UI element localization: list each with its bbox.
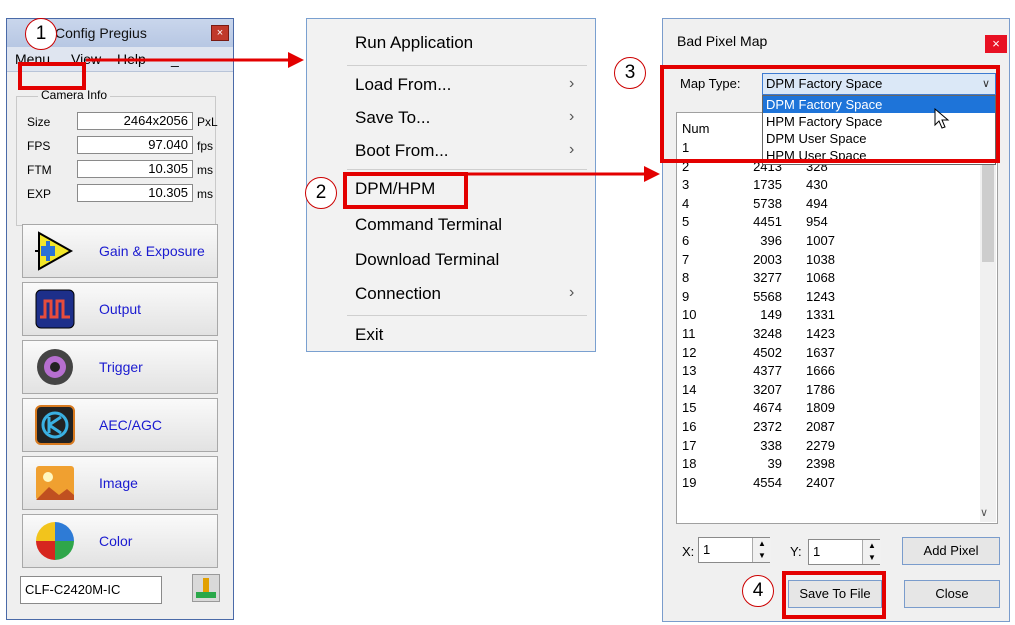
step-4-badge: 4	[742, 575, 774, 607]
annotation-arrows	[86, 52, 660, 182]
step-2-badge: 2	[305, 177, 337, 209]
step-1-badge: 1	[25, 18, 57, 50]
step-3-badge: 3	[614, 57, 646, 89]
